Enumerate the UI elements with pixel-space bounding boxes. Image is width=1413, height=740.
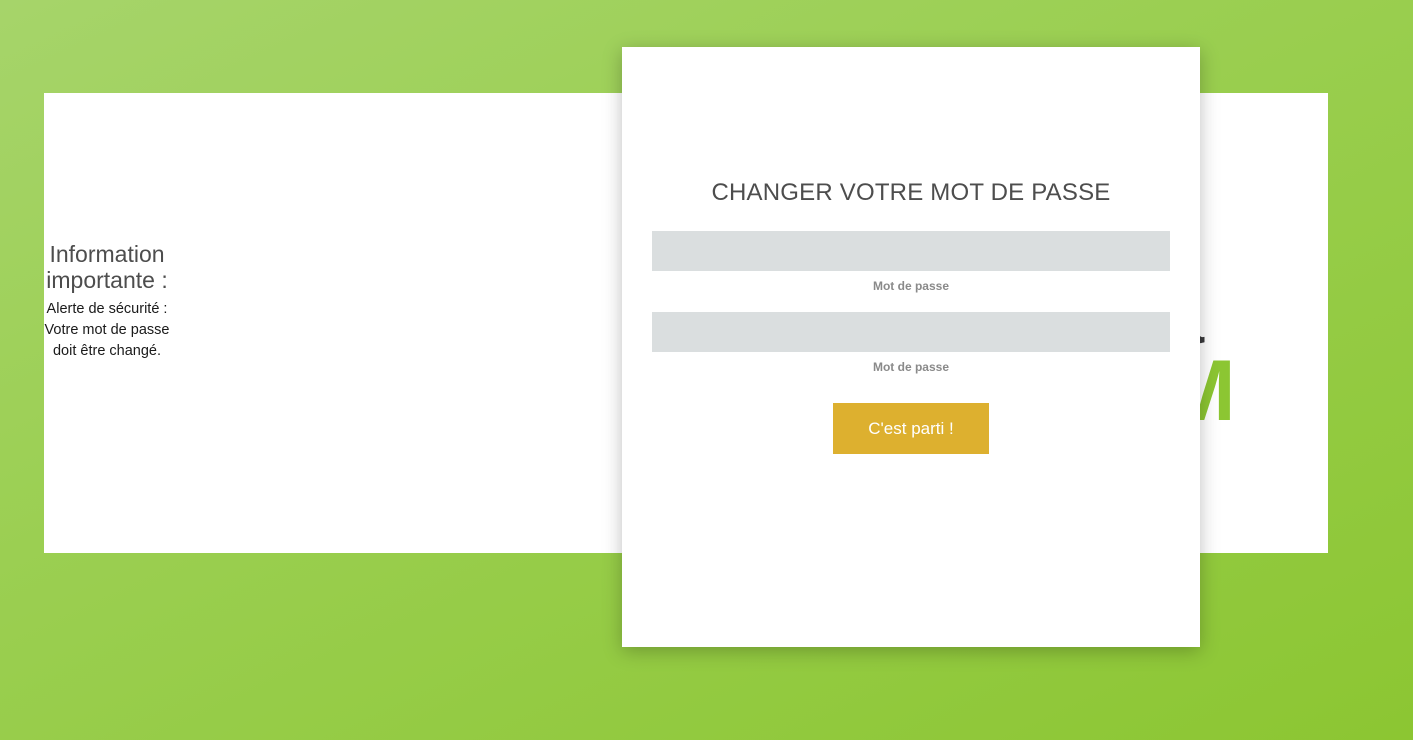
password-confirm-label: Mot de passe [872,360,950,374]
change-password-card: CHANGER VOTRE MOT DE PASSE Mot de passe … [622,47,1200,647]
password-input[interactable] [652,231,1170,271]
password-label: Mot de passe [872,279,950,293]
info-title: Information importante : [46,241,168,293]
important-info: Information importante : Alerte de sécur… [44,241,170,362]
submit-button[interactable]: C'est parti ! [833,403,989,454]
password-confirm-input[interactable] [652,312,1170,352]
password-field: Mot de passe [652,231,1170,293]
form-title: CHANGER VOTRE MOT DE PASSE [711,179,1111,206]
password-confirm-field: Mot de passe [652,312,1170,374]
info-message: Alerte de sécurité : Votre mot de passe … [44,301,170,359]
